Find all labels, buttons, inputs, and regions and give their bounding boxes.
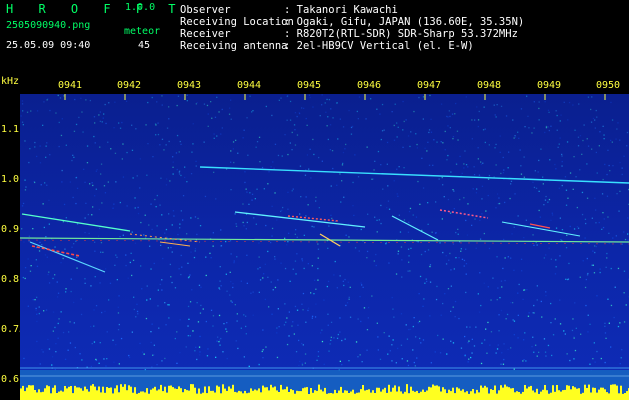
antenna-label: Receiving antenna (180, 40, 288, 52)
meteor-label: meteor (124, 26, 161, 37)
time-label: 0946 (357, 80, 382, 91)
freq-label: 0.9 (1, 224, 20, 235)
time-label: 0947 (417, 80, 442, 91)
time-label: 0949 (537, 80, 562, 91)
freq-label: 1.1 (1, 124, 20, 135)
image-filename: 2505090940.png (6, 20, 91, 31)
timestamp: 25.05.09 09:40 (6, 40, 91, 51)
spectrogram-background (20, 94, 629, 400)
freq-label: 0.8 (1, 274, 20, 285)
time-label: 0948 (477, 80, 502, 91)
time-label: 0943 (177, 80, 202, 91)
time-label: 0944 (237, 80, 262, 91)
freq-label: 1.0 (1, 174, 20, 185)
app-version: 1.0.0 (125, 2, 156, 13)
freq-label: 0.6 (1, 374, 20, 385)
antenna-value: : 2el-HB9CV Vertical (el. E-W) (284, 40, 474, 52)
time-label: 0942 (117, 80, 142, 91)
receiver-label: Receiver (180, 28, 231, 40)
time-label: 0950 (596, 80, 621, 91)
observer-label: Observer (180, 4, 231, 16)
time-label: 0941 (58, 80, 83, 91)
app-brand: H R O F F T (6, 2, 185, 16)
location-value: : Ogaki, Gifu, JAPAN (136.60E, 35.35N) (284, 16, 525, 28)
location-label: Receiving Location (180, 16, 294, 28)
header-panel: H R O F F T 1.0.0 2505090940.png meteor … (0, 0, 629, 72)
meteor-count: 45 (138, 40, 151, 51)
observer-value: : Takanori Kawachi (284, 4, 398, 16)
receiver-value: : R820T2(RTL-SDR) SDR-Sharp 53.372MHz (284, 28, 518, 40)
time-label: 0945 (297, 80, 322, 91)
frequency-unit-label: kHz (1, 76, 20, 87)
spectrogram-plot (20, 94, 629, 400)
